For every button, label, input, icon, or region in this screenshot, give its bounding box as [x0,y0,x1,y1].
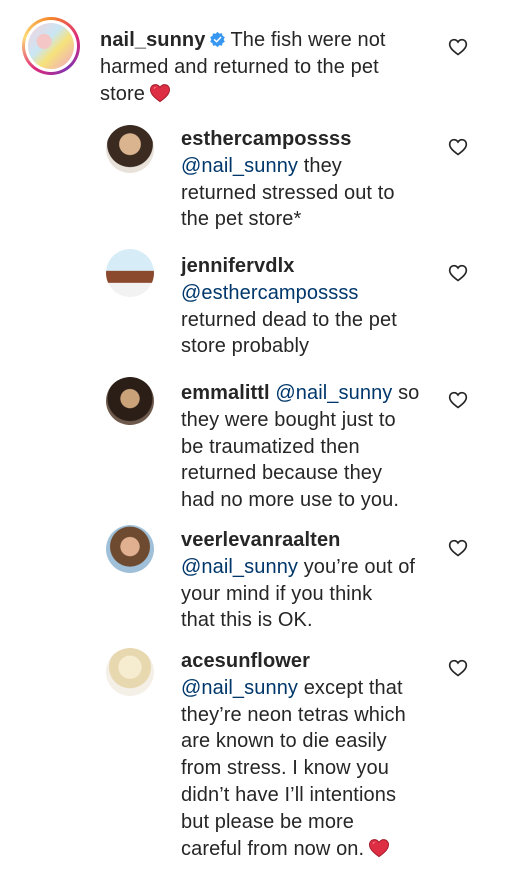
avatar[interactable] [22,17,80,75]
like-heart-icon[interactable] [448,538,468,558]
mention-link[interactable]: @nail_sunny [181,556,298,578]
like-heart-icon[interactable] [448,137,468,157]
comment-text: jennifervdlx @esthercampossss returned d… [181,255,397,358]
like-heart-icon[interactable] [448,390,468,410]
comment-text: veerlevanraalten @nail_sunny you’re out … [181,529,416,632]
avatar[interactable] [106,377,154,425]
username[interactable]: esthercampossss [181,128,351,150]
avatar[interactable] [106,249,154,297]
verified-badge-icon [210,31,226,48]
username[interactable]: acesunflower [181,650,310,672]
mention-link[interactable]: @nail_sunny [181,677,298,699]
like-heart-icon[interactable] [448,37,468,57]
avatar[interactable] [106,525,154,573]
mention-link[interactable]: @nail_sunny [275,382,392,404]
like-heart-icon[interactable] [448,263,468,283]
red-heart-emoji-icon [369,838,390,857]
red-heart-emoji-icon [149,83,170,102]
username[interactable]: emmalittl [181,382,270,404]
avatar[interactable] [106,125,154,173]
username[interactable]: veerlevanraalten [181,529,340,551]
comment-text: acesunflower @nail_sunny except that the… [181,650,406,860]
mention-link[interactable]: @nail_sunny [181,155,298,177]
username[interactable]: jennifervdlx [181,255,294,277]
username[interactable]: nail_sunny [100,29,205,51]
comment-text: esthercampossss @nail_sunny they returne… [181,128,395,231]
like-heart-icon[interactable] [448,658,468,678]
comment-text: emmalittl @nail_sunny so they were bough… [181,382,420,512]
avatar[interactable] [106,648,154,696]
mention-link[interactable]: @esthercampossss [181,282,359,304]
comment-text: nail_sunny The fish were not harmed and r… [100,29,386,105]
